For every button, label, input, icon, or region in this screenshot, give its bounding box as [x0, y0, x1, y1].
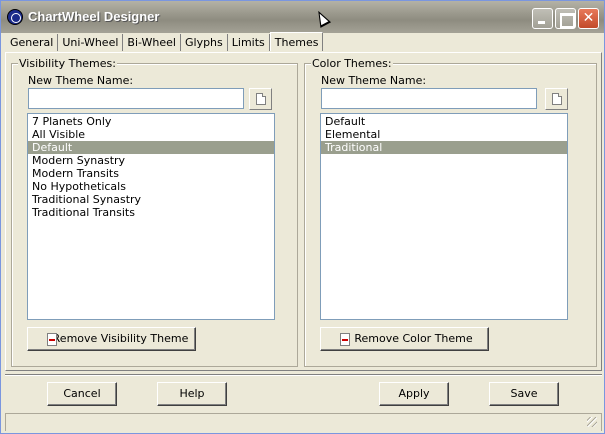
maximize-button[interactable] — [555, 8, 576, 29]
remove-document-icon — [340, 333, 350, 346]
visibility-themes-list[interactable]: 7 Planets Only All Visible Default Modern S… — [27, 113, 275, 320]
resize-grip-icon[interactable] — [587, 417, 597, 427]
new-visibility-theme-button[interactable] — [249, 88, 272, 110]
visibility-name-input[interactable] — [28, 88, 244, 109]
visibility-themes-title: Visibility Themes: — [18, 57, 117, 70]
color-theme-list-item[interactable]: Traditional — [321, 141, 567, 154]
color-theme-list-item[interactable]: Default — [321, 115, 567, 128]
close-button[interactable]: ✕ — [578, 8, 599, 29]
new-color-theme-button[interactable] — [545, 88, 568, 110]
visibility-theme-list-item[interactable]: Modern Synastry — [28, 154, 274, 167]
color-theme-list-item[interactable]: Elemental — [321, 128, 567, 141]
title-bar[interactable]: ChartWheel Designer ✕ — [1, 1, 604, 33]
app-icon[interactable] — [7, 9, 23, 25]
close-icon: ✕ — [582, 10, 595, 26]
visibility-theme-list-item[interactable]: All Visible — [28, 128, 274, 141]
remove-visibility-theme-label: Remove Visibility Theme — [52, 332, 189, 345]
color-name-input[interactable] — [321, 88, 537, 109]
tab-strip: General Uni-Wheel Bi-Wheel Glyphs Limits… — [6, 32, 324, 52]
chartwheel-designer-window: ChartWheel Designer ✕ General Uni-Wheel … — [0, 0, 605, 434]
window-title: ChartWheel Designer — [28, 9, 160, 24]
separator — [5, 374, 602, 376]
help-button[interactable]: Help — [157, 382, 227, 406]
tab-bi-wheel[interactable]: Bi-Wheel — [123, 34, 181, 51]
visibility-theme-list-item[interactable]: Default — [28, 141, 274, 154]
color-themes-title: Color Themes: — [311, 57, 393, 70]
tab-themes[interactable]: Themes — [269, 32, 324, 51]
save-button[interactable]: Save — [489, 382, 559, 406]
color-themes-items: Default Elemental Traditional — [321, 114, 567, 154]
apply-button[interactable]: Apply — [379, 382, 449, 406]
tab-uni-wheel[interactable]: Uni-Wheel — [58, 34, 124, 51]
visibility-themes-items: 7 Planets Only All Visible Default Modern S… — [28, 114, 274, 219]
visibility-theme-list-item[interactable]: 7 Planets Only — [28, 115, 274, 128]
visibility-name-label: New Theme Name: — [28, 74, 134, 87]
new-document-icon — [552, 93, 562, 105]
visibility-theme-list-item[interactable]: Traditional Synastry — [28, 193, 274, 206]
cancel-button[interactable]: Cancel — [47, 382, 117, 406]
tab-glyphs[interactable]: Glyphs — [181, 34, 228, 51]
color-themes-list[interactable]: Default Elemental Traditional — [320, 113, 568, 320]
mouse-cursor-icon — [312, 8, 332, 28]
color-themes-group: Color Themes: New Theme Name: Default Ele… — [304, 57, 597, 367]
tab-general[interactable]: General — [6, 34, 59, 51]
visibility-theme-list-item[interactable]: Traditional Transits — [28, 206, 274, 219]
new-document-icon — [256, 93, 266, 105]
visibility-theme-list-item[interactable]: No Hypotheticals — [28, 180, 274, 193]
color-name-label: New Theme Name: — [321, 74, 427, 87]
visibility-themes-group: Visibility Themes: New Theme Name: 7 Pla… — [11, 57, 298, 367]
remove-color-theme-button[interactable]: Remove Color Theme — [320, 327, 489, 351]
remove-color-theme-label: Remove Color Theme — [354, 332, 473, 345]
visibility-theme-list-item[interactable]: Modern Transits — [28, 167, 274, 180]
remove-visibility-theme-button[interactable]: Remove Visibility Theme — [27, 327, 196, 351]
remove-document-icon — [47, 333, 57, 346]
minimize-button[interactable] — [532, 8, 553, 29]
status-bar — [5, 413, 602, 431]
tab-limits[interactable]: Limits — [228, 34, 270, 51]
